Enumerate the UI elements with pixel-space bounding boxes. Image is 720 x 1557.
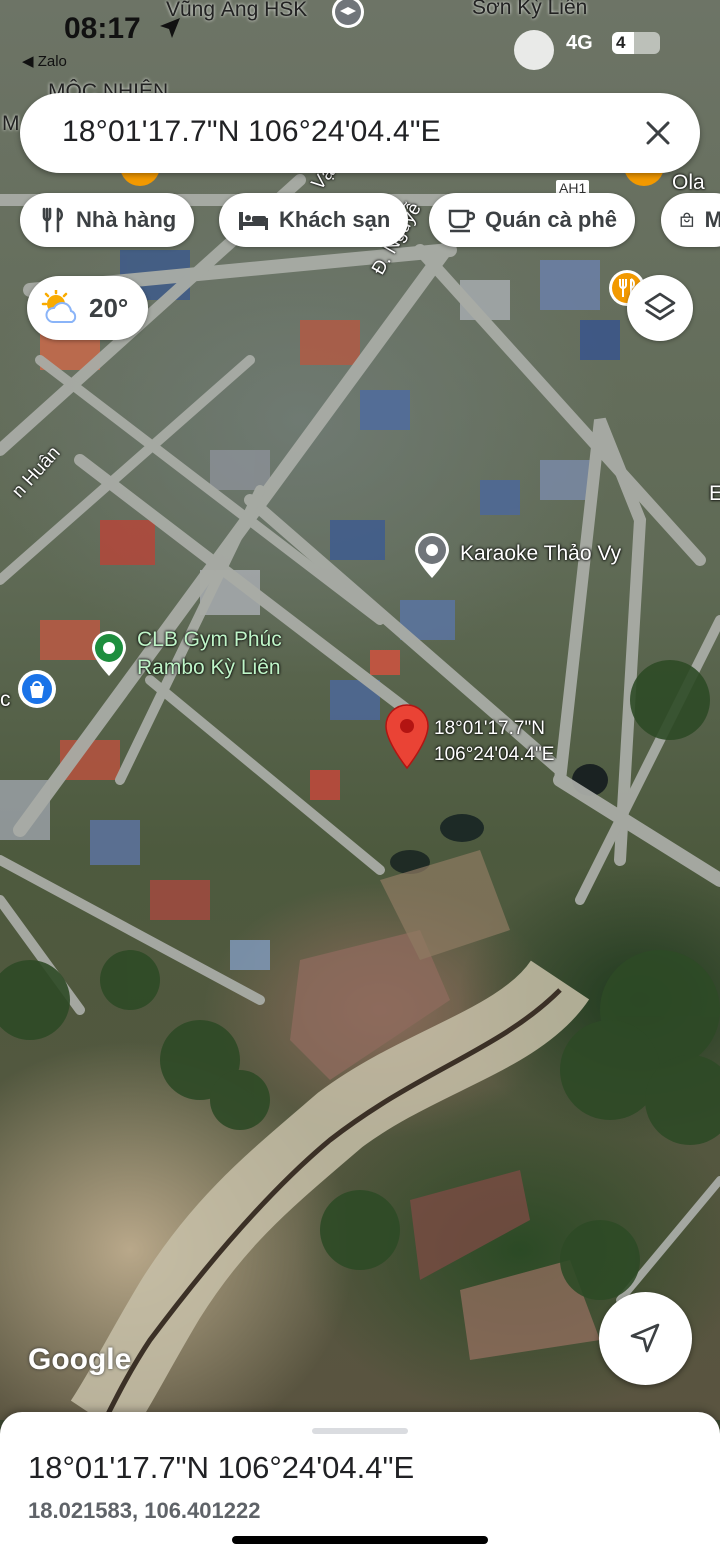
clock: 08:17 — [64, 12, 141, 45]
place-bottom-sheet[interactable]: 18°01'17.7"N 106°24'04.4"E 18.021583, 10… — [0, 1412, 720, 1557]
gym-pin-icon[interactable] — [88, 630, 130, 678]
coffee-icon — [448, 209, 475, 233]
chip-restaurants-label: Nhà hàng — [76, 207, 177, 232]
category-chips: Nhà hàng Khách sạn Quán cà phê M — [0, 193, 720, 249]
dropped-pin-lat: 18°01'17.7"N — [434, 718, 545, 739]
map-label-edge-e: E — [709, 482, 720, 505]
place-title: 18°01'17.7"N 106°24'04.4"E — [28, 1450, 415, 1485]
search-query[interactable]: 18°01'17.7"N 106°24'04.4"E — [62, 115, 441, 149]
poi-label-gym[interactable]: CLB Gym Phúc Rambo Kỳ Liên — [137, 626, 282, 682]
back-to-app-link[interactable]: ◀ Zalo — [22, 52, 67, 70]
network-label: 4G — [566, 32, 593, 54]
weather-badge[interactable]: 20° — [27, 276, 148, 340]
screen-record-icon — [514, 30, 554, 70]
search-bar[interactable]: 18°01'17.7"N 106°24'04.4"E — [20, 93, 700, 173]
partly-cloudy-icon — [41, 290, 77, 323]
map-label-ola[interactable]: Ola — [672, 171, 705, 195]
dropped-pin-icon[interactable] — [384, 704, 430, 770]
navigation-arrow-icon — [630, 1323, 660, 1353]
google-logo: Google — [28, 1343, 132, 1376]
close-icon[interactable] — [638, 113, 678, 153]
poi-label-gym-line2: Rambo Kỳ Liên — [137, 656, 281, 679]
restaurant-icon — [42, 207, 64, 233]
hotel-icon — [239, 212, 268, 230]
my-location-button[interactable] — [599, 1292, 692, 1385]
chip-hotels[interactable]: Khách sạn — [219, 193, 409, 247]
layers-icon — [644, 292, 676, 321]
chip-hotels-label: Khách sạn — [279, 207, 391, 232]
karaoke-pin-icon[interactable] — [411, 532, 453, 580]
status-bar: 08:17 ◀ Zalo 4G 4 — [0, 0, 720, 70]
poi-label-karaoke[interactable]: Karaoke Thảo Vy — [460, 542, 621, 566]
place-decimal-coords: 18.021583, 106.401222 — [28, 1498, 261, 1523]
chip-shopping[interactable]: M — [661, 193, 720, 247]
battery-icon: 4 — [612, 32, 660, 54]
shopping-pin-icon[interactable] — [16, 668, 58, 710]
location-arrow-icon — [160, 18, 180, 38]
home-indicator[interactable] — [232, 1536, 488, 1544]
layers-button[interactable] — [627, 275, 693, 341]
shopping-bag-icon — [680, 212, 694, 227]
temperature: 20° — [89, 293, 129, 323]
map-label-edge-m: M — [2, 112, 20, 135]
chip-coffee[interactable]: Quán cà phê — [429, 193, 636, 247]
map-label-edge-c: c — [0, 688, 11, 711]
chip-coffee-label: Quán cà phê — [485, 207, 618, 232]
dropped-pin-label[interactable]: 18°01'17.7"N 106°24'04.4"E — [434, 716, 554, 768]
dropped-pin-lng: 106°24'04.4"E — [434, 744, 555, 765]
battery-percent: 4 — [616, 33, 626, 52]
chip-shopping-label: M — [704, 207, 720, 232]
sheet-drag-handle[interactable] — [312, 1428, 408, 1434]
poi-label-gym-line1: CLB Gym Phúc — [137, 628, 282, 651]
chip-restaurants[interactable]: Nhà hàng — [20, 193, 195, 247]
